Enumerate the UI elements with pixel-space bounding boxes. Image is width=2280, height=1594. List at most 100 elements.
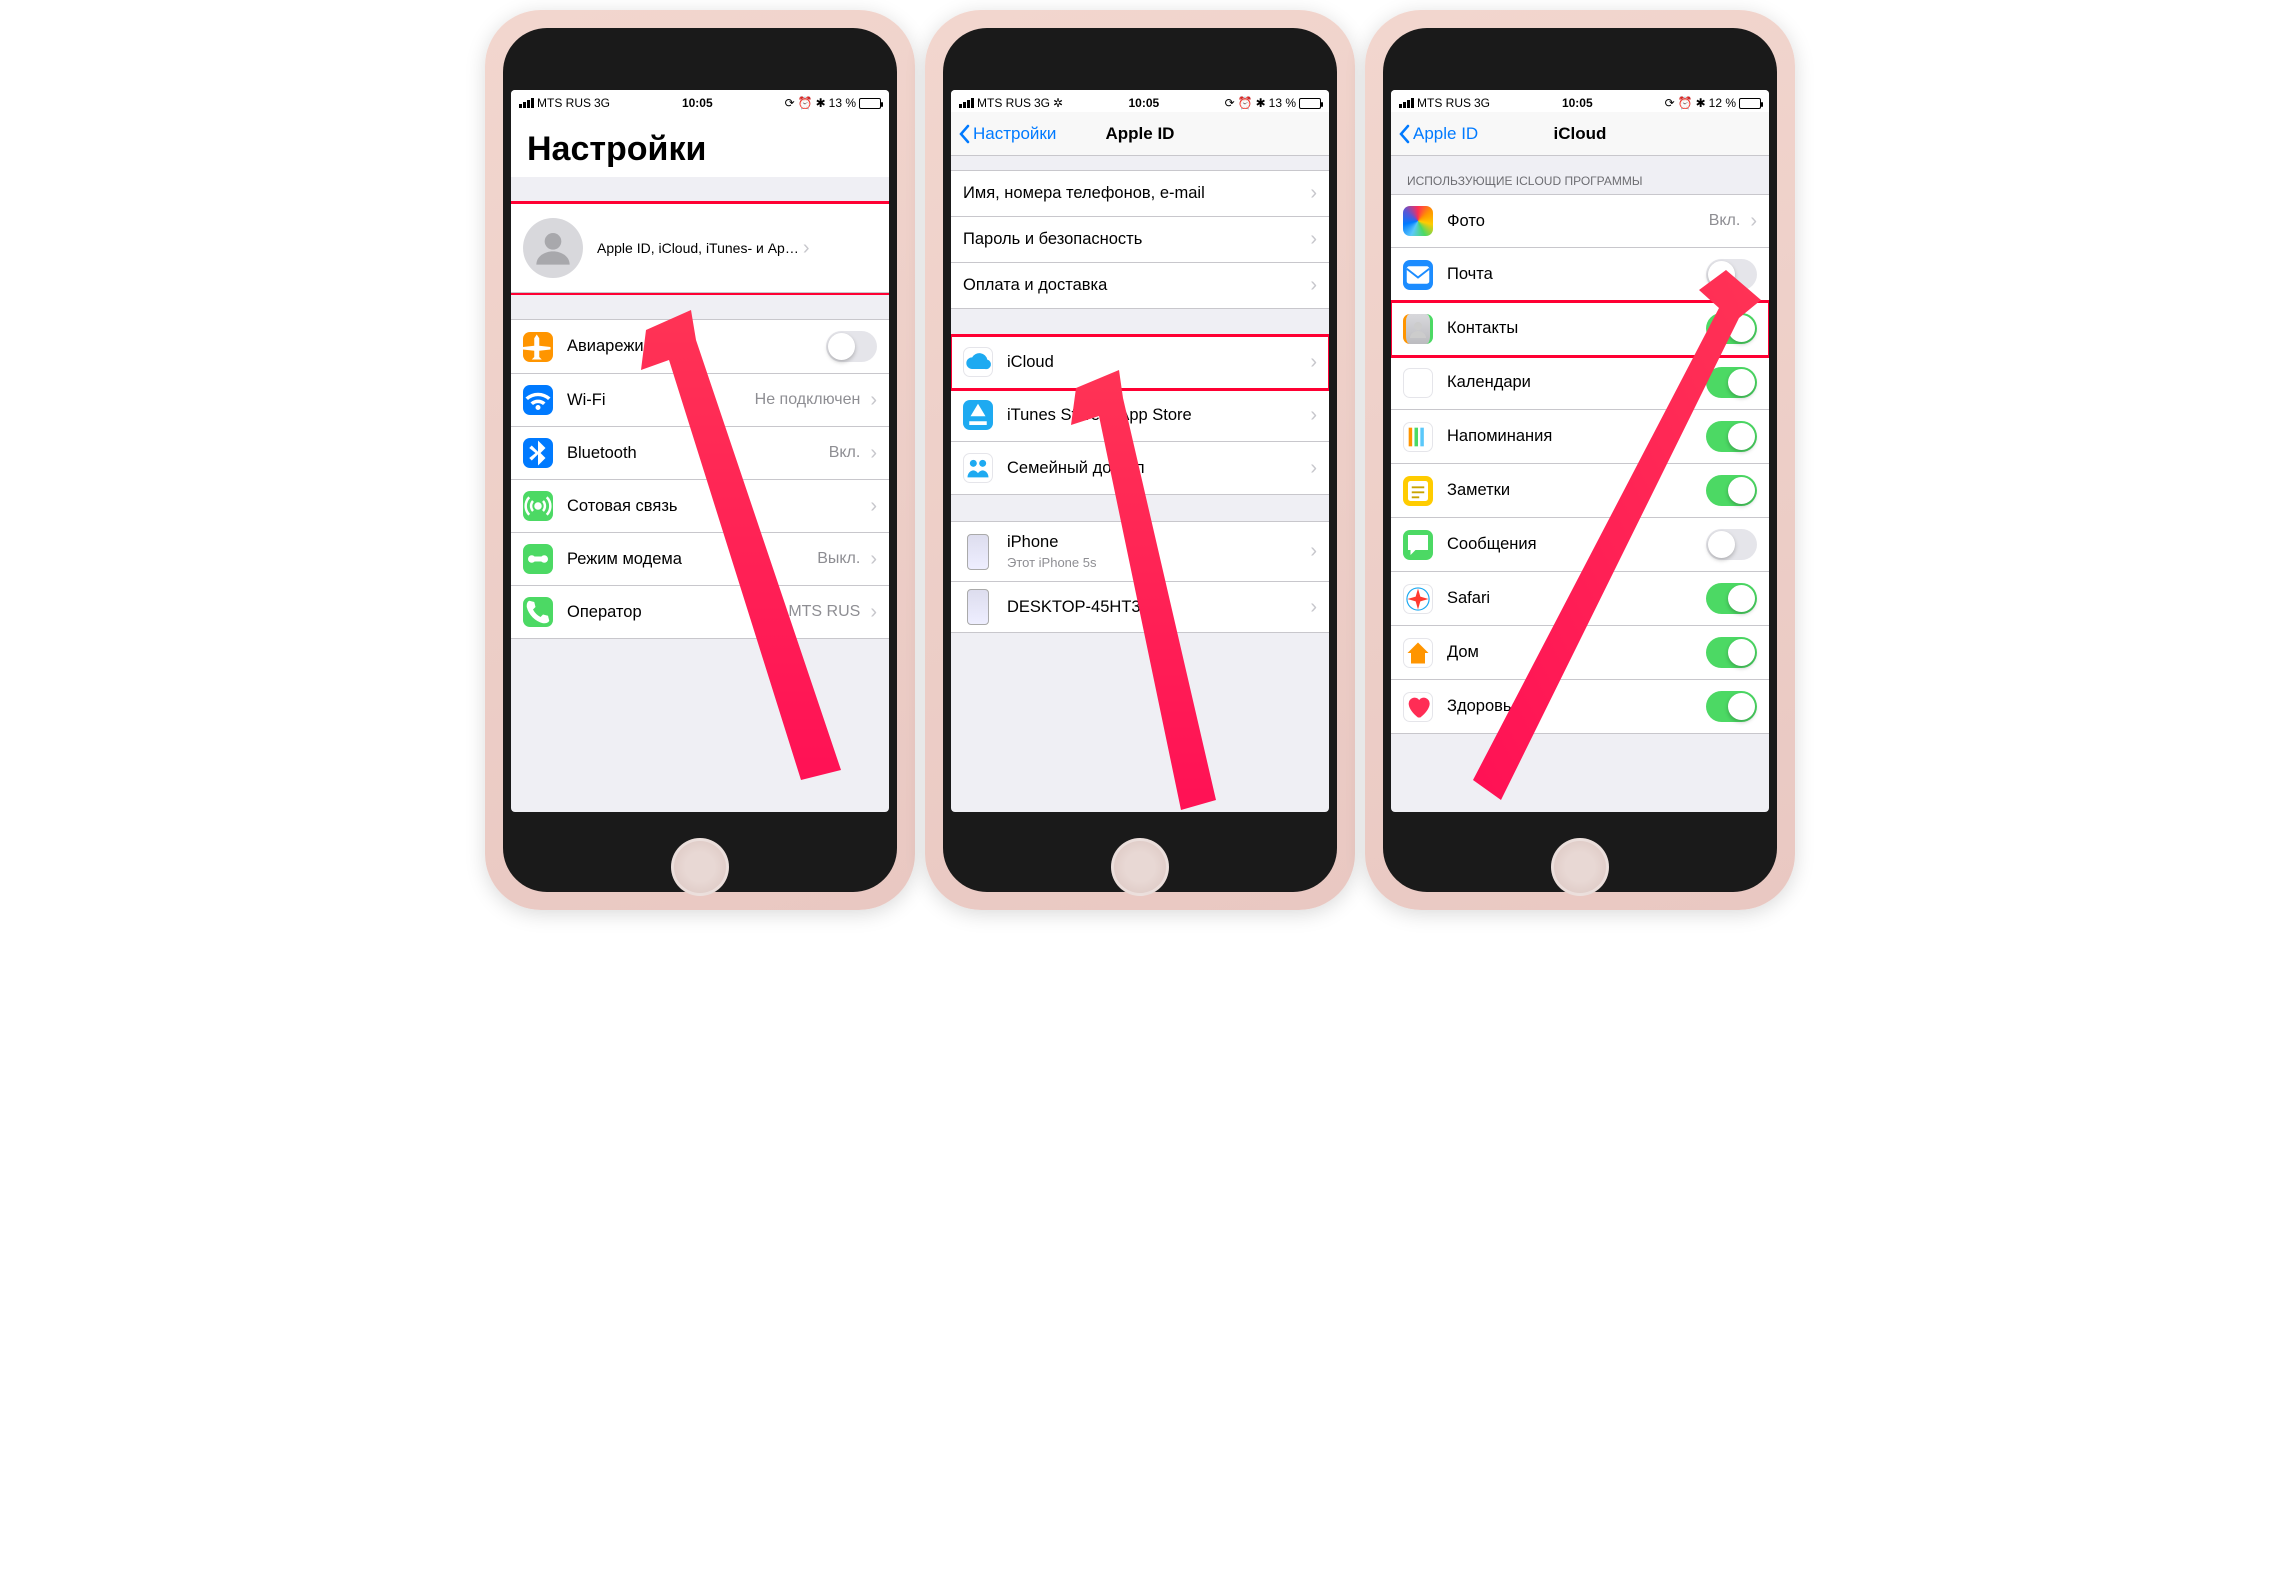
carrier-label: MTS RUS (1417, 96, 1471, 110)
icloud-row-contacts[interactable]: Контакты (1391, 302, 1769, 356)
row-label: Календари (1447, 373, 1706, 392)
chevron-icon: › (870, 389, 877, 412)
bluetooth-icon: ✱ (1256, 96, 1266, 110)
bluetooth-icon: ✱ (816, 96, 826, 110)
appleid-row-family[interactable]: Семейный доступ› (951, 442, 1329, 495)
alarm-icon: ⏰ (798, 96, 813, 110)
device-sub: Этот iPhone 5s (1007, 555, 1306, 570)
status-bar: MTS RUS 3G 10:05 ⟳ ⏰ ✱ 13 % (511, 90, 889, 112)
toggle[interactable] (1706, 421, 1757, 452)
back-button[interactable]: Apple ID (1397, 124, 1478, 144)
status-bar: MTS RUS 3G 10:05 ⟳ ⏰ ✱ 12 % (1391, 90, 1769, 112)
row-label: Режим модема (567, 550, 817, 569)
row-value: MTS RUS (788, 603, 860, 621)
row-label: Оплата и доставка (963, 276, 1306, 295)
icloud-row-home[interactable]: Дом (1391, 626, 1769, 680)
contacts-icon (1403, 314, 1433, 344)
row-label: Почта (1447, 265, 1706, 284)
row-label: Заметки (1447, 481, 1706, 500)
appleid-row[interactable]: Оплата и доставка› (951, 263, 1329, 309)
home-button[interactable] (671, 838, 729, 896)
row-value: Выкл. (817, 550, 860, 568)
back-label: Apple ID (1413, 124, 1478, 144)
lock-rotation-icon: ⟳ (1665, 96, 1675, 110)
appleid-row[interactable]: Имя, номера телефонов, e-mail› (951, 171, 1329, 217)
settings-row-bt[interactable]: BluetoothВкл.› (511, 427, 889, 480)
chevron-icon: › (1750, 210, 1757, 233)
chevron-left-icon (957, 124, 971, 144)
icloud-row-calendar[interactable]: ▦Календари (1391, 356, 1769, 410)
icloud-row-reminders[interactable]: Напоминания (1391, 410, 1769, 464)
battery-icon (1299, 98, 1321, 109)
battery-percent: 13 % (1269, 96, 1296, 110)
back-label: Настройки (973, 124, 1056, 144)
settings-row-wifi[interactable]: Wi-FiНе подключен› (511, 374, 889, 427)
chevron-icon: › (870, 548, 877, 571)
device-row[interactable]: iPhone Этот iPhone 5s › (951, 522, 1329, 582)
row-label: Фото (1447, 212, 1709, 231)
icloud-icon (963, 347, 993, 377)
phone-icon (523, 597, 553, 627)
section-header: ИСПОЛЬЗУЮЩИЕ ICLOUD ПРОГРАММЫ (1391, 156, 1769, 194)
signal-bars-icon (959, 98, 974, 108)
icloud-row-messages[interactable]: Сообщения (1391, 518, 1769, 572)
chevron-icon: › (1310, 274, 1317, 297)
family-icon (963, 453, 993, 483)
chevron-icon: › (1310, 540, 1317, 563)
toggle[interactable] (1706, 475, 1757, 506)
icloud-row-mail[interactable]: Почта (1391, 248, 1769, 302)
signal-bars-icon (519, 98, 534, 108)
icloud-row-notes[interactable]: Заметки (1391, 464, 1769, 518)
settings-row-phone[interactable]: ОператорMTS RUS› (511, 586, 889, 639)
toggle[interactable] (1706, 367, 1757, 398)
network-label: 3G (1034, 96, 1050, 110)
cell-icon (523, 491, 553, 521)
appleid-row-appstore[interactable]: iTunes Store и App Store› (951, 389, 1329, 442)
alarm-icon: ⏰ (1238, 96, 1253, 110)
appleid-row-icloud[interactable]: iCloud› (951, 336, 1329, 389)
carrier-label: MTS RUS (977, 96, 1031, 110)
chevron-icon: › (803, 237, 810, 260)
icloud-row-safari[interactable]: Safari (1391, 572, 1769, 626)
toggle[interactable] (1706, 313, 1757, 344)
toggle[interactable] (1706, 529, 1757, 560)
home-button[interactable] (1111, 838, 1169, 896)
reminders-icon (1403, 422, 1433, 452)
phone-frame-2: MTS RUS 3G ✲ 10:05 ⟳ ⏰ ✱ 13 % Настройки (925, 10, 1355, 910)
battery-percent: 13 % (829, 96, 856, 110)
clock: 10:05 (682, 96, 713, 110)
toggle[interactable] (1706, 637, 1757, 668)
row-value: Вкл. (829, 444, 861, 462)
row-label: iCloud (1007, 353, 1306, 372)
icloud-row-photos[interactable]: ФотоВкл.› (1391, 195, 1769, 248)
page-title: Настройки (511, 112, 889, 177)
row-label: Здоровье (1447, 697, 1706, 716)
device-name: iPhone (1007, 533, 1306, 552)
row-label: Wi-Fi (567, 391, 755, 410)
loading-icon: ✲ (1053, 96, 1063, 110)
toggle[interactable] (1706, 691, 1757, 722)
wifi-icon (523, 385, 553, 415)
nav-bar: Настройки Apple ID (951, 112, 1329, 156)
chevron-icon: › (1310, 457, 1317, 480)
row-label: Контакты (1447, 319, 1706, 338)
toggle[interactable] (1706, 259, 1757, 290)
settings-row-hotspot[interactable]: Режим модемаВыкл. › (511, 533, 889, 586)
back-button[interactable]: Настройки (957, 124, 1056, 144)
row-label: Напоминания (1447, 427, 1706, 446)
lock-rotation-icon: ⟳ (1225, 96, 1235, 110)
home-button[interactable] (1551, 838, 1609, 896)
appleid-row[interactable]: Пароль и безопасность› (951, 217, 1329, 263)
row-label: Авиарежим (567, 337, 826, 356)
toggle[interactable] (1706, 583, 1757, 614)
apple-id-cell[interactable]: Apple ID, iCloud, iTunes- и Ap… › (511, 203, 889, 293)
settings-row-airplane[interactable]: Авиарежим (511, 320, 889, 374)
toggle[interactable] (826, 331, 877, 362)
signal-bars-icon (1399, 98, 1414, 108)
clock: 10:05 (1128, 96, 1159, 110)
airplane-icon (523, 332, 553, 362)
settings-row-cell[interactable]: Сотовая связь› (511, 480, 889, 533)
device-row[interactable]: DESKTOP-45HT3NV› (951, 582, 1329, 633)
icloud-row-health[interactable]: Здоровье (1391, 680, 1769, 734)
row-label: Сотовая связь (567, 497, 866, 516)
